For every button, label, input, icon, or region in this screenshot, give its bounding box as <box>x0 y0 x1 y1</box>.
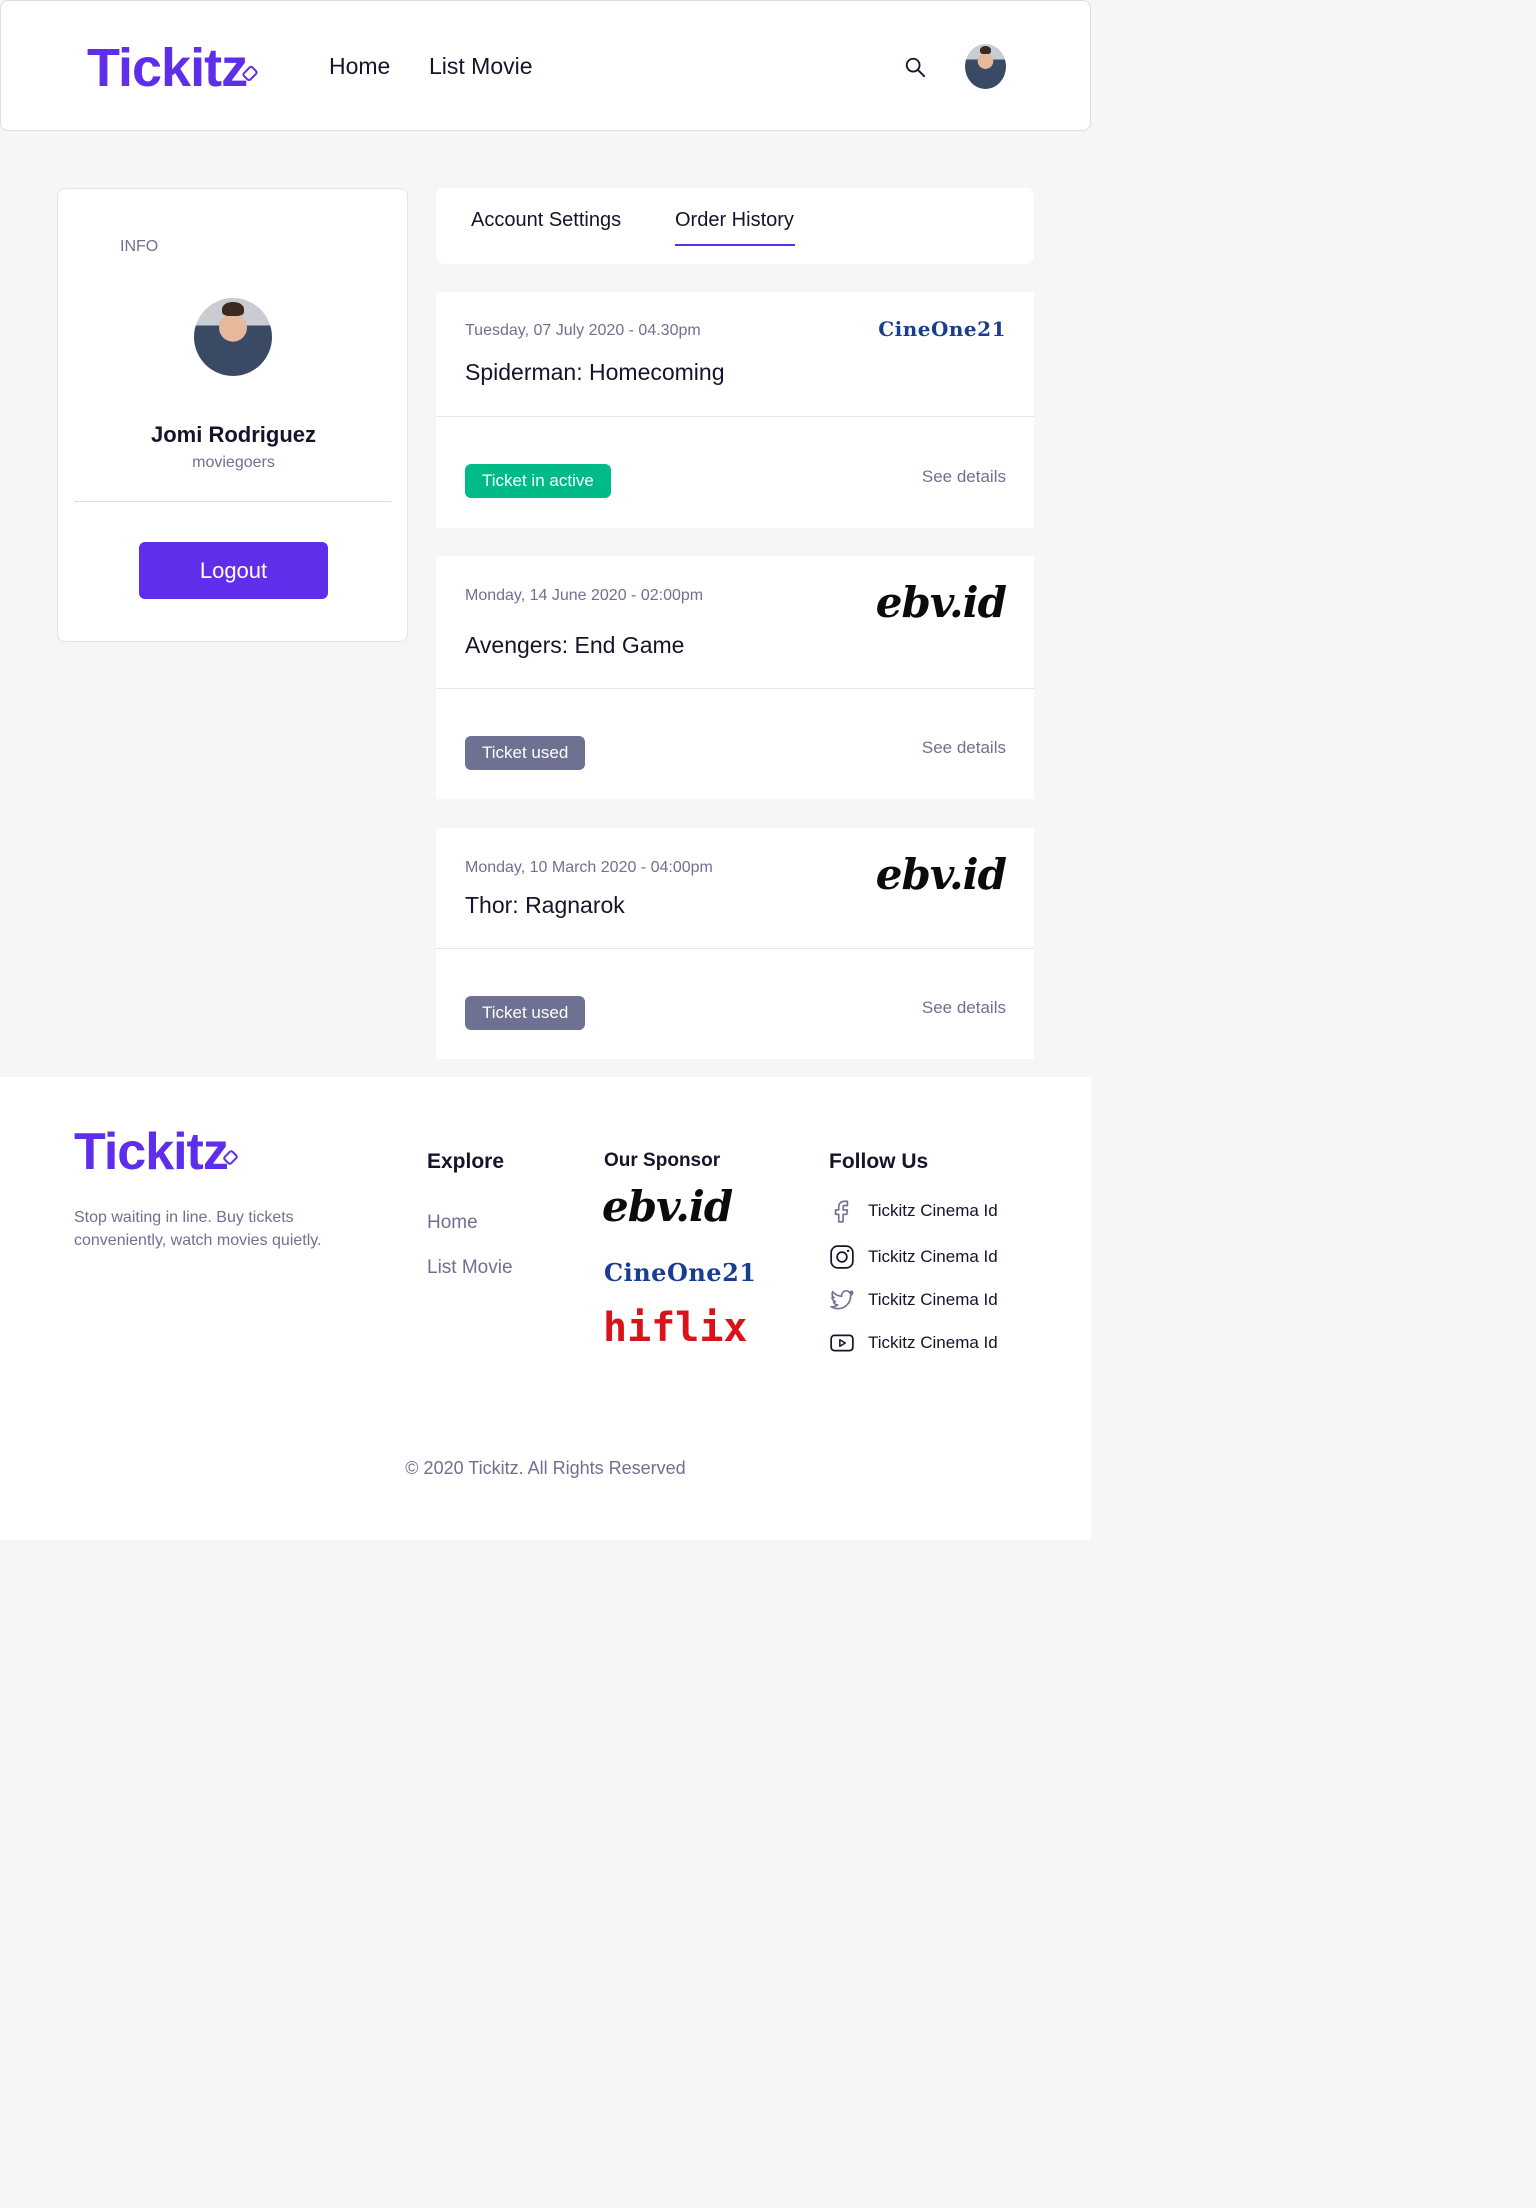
cinema-logo: CineOne21 <box>878 317 1006 341</box>
sponsor-heading: Our Sponsor <box>604 1150 721 1171</box>
movie-title: Avengers: End Game <box>465 632 685 658</box>
tab-order-history[interactable]: Order History <box>675 209 794 232</box>
brand-name: Tickitz <box>74 1123 229 1181</box>
social-label: Tickitz Cinema Id <box>868 1333 998 1352</box>
see-details-link[interactable]: See details <box>922 467 1006 487</box>
follow-heading: Follow Us <box>829 1150 929 1173</box>
social-label: Tickitz Cinema Id <box>868 1247 998 1266</box>
status-badge: Ticket in active <box>465 464 611 498</box>
footer-link-home[interactable]: Home <box>427 1212 478 1234</box>
footer-logo[interactable]: Tickitz <box>74 1122 239 1182</box>
sponsor-cineone21-logo: CineOne21 <box>604 1258 757 1287</box>
order-card: Monday, 10 March 2020 - 04:00pm Thor: Ra… <box>436 828 1034 1059</box>
tab-account-settings[interactable]: Account Settings <box>471 209 621 232</box>
social-facebook[interactable]: Tickitz Cinema Id <box>829 1198 998 1224</box>
profile-tabs: Account Settings Order History <box>436 188 1034 264</box>
footer: Tickitz Stop waiting in line. Buy ticket… <box>0 1077 1091 1540</box>
explore-heading: Explore <box>427 1150 505 1173</box>
profile-card: INFO Jomi Rodriguez moviegoers Logout <box>57 188 408 642</box>
status-badge: Ticket used <box>465 996 586 1030</box>
active-tab-indicator <box>675 244 795 246</box>
divider <box>436 948 1034 949</box>
movie-title: Spiderman: Homecoming <box>465 359 725 385</box>
order-card: Monday, 14 June 2020 - 02:00pm Avengers:… <box>436 556 1034 799</box>
user-role: moviegoers <box>192 454 275 471</box>
order-card: Tuesday, 07 July 2020 - 04.30pm Spiderma… <box>436 292 1034 528</box>
sponsor-ebuid-logo: ebv.id <box>602 1182 733 1231</box>
see-details-link[interactable]: See details <box>922 998 1006 1018</box>
status-badge: Ticket used <box>465 736 586 770</box>
youtube-icon <box>830 1334 854 1352</box>
footer-tagline: Stop waiting in line. Buy tickets conven… <box>74 1209 322 1249</box>
social-youtube[interactable]: Tickitz Cinema Id <box>829 1330 998 1356</box>
divider <box>436 688 1034 689</box>
instagram-icon <box>830 1245 854 1269</box>
copyright: © 2020 Tickitz. All Rights Reserved <box>405 1458 686 1478</box>
social-label: Tickitz Cinema Id <box>868 1201 998 1220</box>
cinema-logo: ebv.id <box>875 850 1007 899</box>
cinema-logo: ebv.id <box>875 578 1007 627</box>
logout-button[interactable]: Logout <box>139 542 328 599</box>
brand-logo[interactable]: Tickitz <box>87 37 259 99</box>
twitter-icon <box>830 1290 854 1310</box>
footer-link-list-movie[interactable]: List Movie <box>427 1257 513 1279</box>
nav-list-movie[interactable]: List Movie <box>429 53 533 80</box>
see-details-link[interactable]: See details <box>922 738 1006 758</box>
navbar: Tickitz Home List Movie <box>0 0 1091 131</box>
brand-name: Tickitz <box>87 38 248 98</box>
info-label: INFO <box>120 238 159 255</box>
search-icon[interactable] <box>904 56 926 78</box>
social-twitter[interactable]: Tickitz Cinema Id <box>829 1287 998 1313</box>
divider <box>436 416 1034 417</box>
profile-avatar <box>194 298 272 376</box>
social-label: Tickitz Cinema Id <box>868 1290 998 1309</box>
nav-home[interactable]: Home <box>329 53 390 80</box>
user-avatar[interactable] <box>965 44 1006 89</box>
sponsor-hiflix-logo: hiflix <box>603 1305 748 1351</box>
order-date: Tuesday, 07 July 2020 - 04.30pm <box>465 322 701 339</box>
social-instagram[interactable]: Tickitz Cinema Id <box>829 1244 998 1270</box>
order-date: Monday, 14 June 2020 - 02:00pm <box>465 587 704 604</box>
movie-title: Thor: Ragnarok <box>465 892 625 918</box>
facebook-icon <box>834 1200 849 1223</box>
user-name: Jomi Rodriguez <box>150 422 316 447</box>
divider <box>74 501 391 502</box>
order-date: Monday, 10 March 2020 - 04:00pm <box>465 859 713 876</box>
